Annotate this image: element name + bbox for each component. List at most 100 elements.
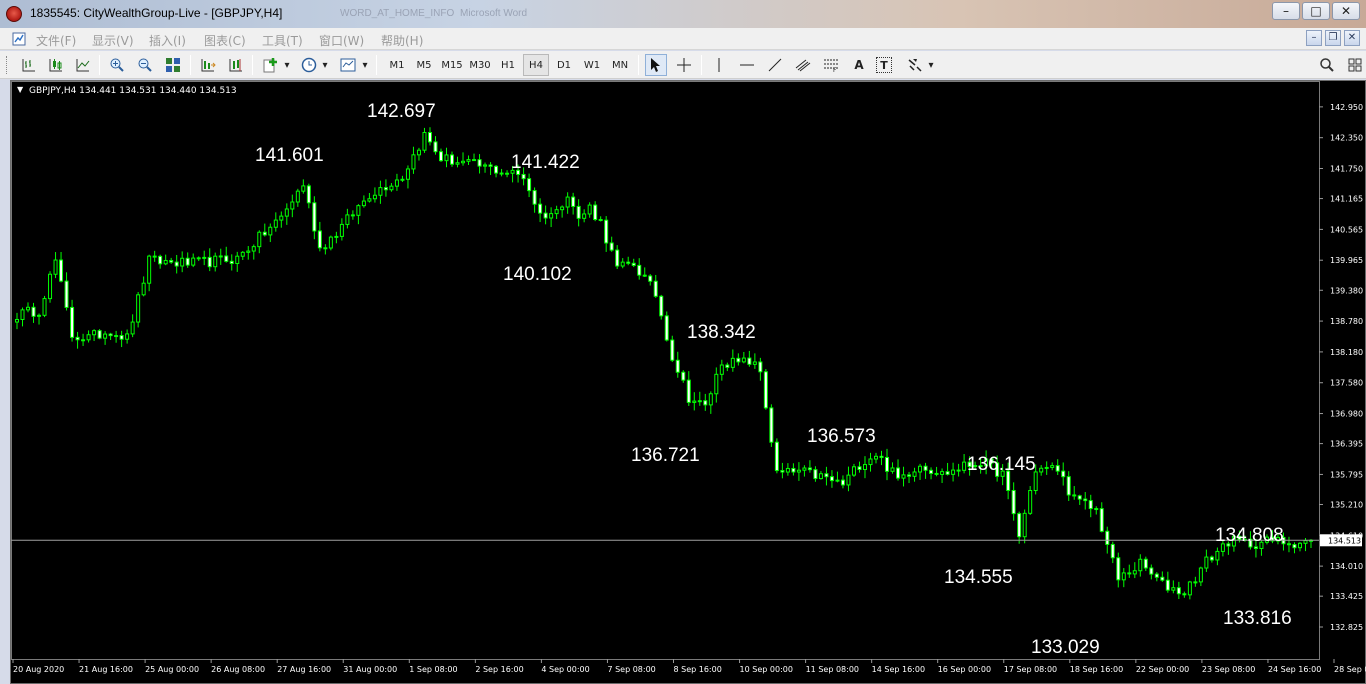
bearish-candle: [543, 212, 548, 219]
chart-close-button[interactable]: ✕: [1344, 30, 1360, 46]
chart-minimize-button[interactable]: –: [1306, 30, 1322, 46]
charts-toolbar: ▾ ▾ ▾ M1 M5 M15 M30 H1 H4 D1 W1 MN F A T…: [0, 51, 1366, 79]
menu-grid-icon[interactable]: [1344, 54, 1366, 76]
arrows-icon[interactable]: [904, 54, 926, 76]
bearish-candle: [923, 465, 928, 471]
timeframe-m15[interactable]: M15: [439, 54, 465, 76]
zoom-out-icon[interactable]: [134, 54, 156, 76]
bullish-candle: [367, 198, 372, 202]
bullish-candle: [1171, 587, 1176, 591]
bullish-candle: [257, 231, 262, 248]
periods-clock-icon[interactable]: [298, 54, 320, 76]
bearish-candle: [885, 456, 890, 472]
bearish-candle: [857, 466, 862, 471]
cursor-icon[interactable]: [645, 54, 667, 76]
bullish-candle: [400, 178, 405, 181]
timeframe-h1[interactable]: H1: [495, 54, 521, 76]
menu-help[interactable]: 帮助(H): [381, 32, 423, 49]
templates-dropdown[interactable]: ▾: [360, 54, 370, 76]
chart-window-controls: – ❐ ✕: [1303, 30, 1360, 46]
line-chart-icon[interactable]: [72, 54, 94, 76]
bullish-candle: [582, 213, 587, 219]
chart-document-icon[interactable]: [12, 32, 26, 46]
bullish-candle: [48, 273, 53, 300]
bullish-candle: [1044, 466, 1049, 469]
bar-chart-icon[interactable]: [18, 54, 40, 76]
indicators-dropdown[interactable]: ▾: [282, 54, 292, 76]
trendline-icon[interactable]: [764, 54, 786, 76]
bearish-candle: [648, 275, 653, 282]
timeframe-m5[interactable]: M5: [411, 54, 437, 76]
bullish-candle: [196, 257, 201, 260]
bearish-candle: [763, 371, 768, 409]
time-axis-label: 25 Aug 00:00: [145, 665, 199, 674]
bullish-candle: [284, 208, 289, 217]
bullish-candle: [620, 261, 625, 267]
search-icon[interactable]: [1316, 54, 1338, 76]
maximize-button[interactable]: □: [1302, 2, 1330, 20]
menu-tools[interactable]: 工具(T): [262, 32, 303, 49]
bullish-candle: [416, 149, 421, 156]
templates-icon[interactable]: [337, 54, 359, 76]
time-axis-label: 2 Sep 16:00: [475, 665, 523, 674]
toolbar-grip[interactable]: [6, 56, 9, 74]
bearish-candle: [81, 339, 86, 342]
bearish-candle: [31, 306, 36, 317]
bearish-candle: [472, 159, 477, 162]
indicators-icon[interactable]: [260, 54, 282, 76]
timeframe-h4[interactable]: H4: [523, 54, 549, 76]
bullish-candle: [372, 194, 377, 200]
bearish-candle: [879, 455, 884, 458]
menu-window[interactable]: 窗口(W): [319, 32, 364, 49]
arrows-dropdown[interactable]: ▾: [926, 54, 936, 76]
time-axis-label: 4 Sep 00:00: [541, 665, 589, 674]
background-window-text: WORD_AT_HOME_INFO: [340, 8, 455, 19]
toolbar-separator: [638, 55, 639, 75]
timeframe-m30[interactable]: M30: [467, 54, 493, 76]
vertical-line-icon[interactable]: [708, 54, 730, 76]
tile-windows-icon[interactable]: [162, 54, 184, 76]
timeframe-mn[interactable]: MN: [607, 54, 633, 76]
bullish-candle: [1193, 581, 1198, 584]
timeframe-m1[interactable]: M1: [384, 54, 410, 76]
bullish-candle: [1121, 572, 1126, 581]
bearish-candle: [807, 467, 812, 471]
candlestick-icon[interactable]: [45, 54, 67, 76]
price-annotation: 140.102: [503, 264, 572, 285]
bearish-candle: [758, 361, 763, 373]
minimize-button[interactable]: –: [1272, 2, 1300, 20]
menu-insert[interactable]: 插入(I): [149, 32, 186, 49]
fibonacci-icon[interactable]: F: [820, 54, 842, 76]
crosshair-icon[interactable]: [673, 54, 695, 76]
bearish-candle: [824, 473, 829, 478]
zoom-in-icon[interactable]: [106, 54, 128, 76]
text-label-icon[interactable]: T: [876, 57, 892, 73]
menu-view[interactable]: 显示(V): [92, 32, 134, 49]
chart-restore-button[interactable]: ❐: [1325, 30, 1341, 46]
bullish-candle: [141, 282, 146, 296]
bullish-candle: [868, 458, 873, 466]
bearish-candle: [1182, 593, 1187, 596]
equidistant-channel-icon[interactable]: [792, 54, 814, 76]
toolbar-separator: [190, 55, 191, 75]
bullish-candle: [273, 219, 278, 228]
price-chart[interactable]: ▼ GBPJPY,H4 134.441 134.531 134.440 134.5…: [11, 81, 1366, 684]
chart-window[interactable]: ▼ GBPJPY,H4 134.441 134.531 134.440 134.5…: [10, 80, 1366, 684]
menu-charts[interactable]: 图表(C): [204, 32, 246, 49]
chart-shift-icon[interactable]: [225, 54, 247, 76]
app-logo-icon[interactable]: [6, 6, 22, 22]
bullish-candle: [218, 255, 223, 258]
bearish-candle: [604, 219, 609, 244]
bullish-candle: [1028, 489, 1033, 514]
timeframe-w1[interactable]: W1: [579, 54, 605, 76]
horizontal-line-icon[interactable]: [736, 54, 758, 76]
title-bar[interactable]: 1835545: CityWealthGroup-Live - [GBPJPY,…: [0, 0, 1366, 28]
timeframe-d1[interactable]: D1: [551, 54, 577, 76]
bearish-candle: [670, 339, 675, 361]
close-button[interactable]: ✕: [1332, 2, 1360, 20]
bullish-candle: [835, 479, 840, 482]
auto-scroll-icon[interactable]: [197, 54, 219, 76]
text-tool-icon[interactable]: A: [848, 54, 870, 76]
periods-dropdown[interactable]: ▾: [320, 54, 330, 76]
menu-file[interactable]: 文件(F): [36, 32, 76, 49]
